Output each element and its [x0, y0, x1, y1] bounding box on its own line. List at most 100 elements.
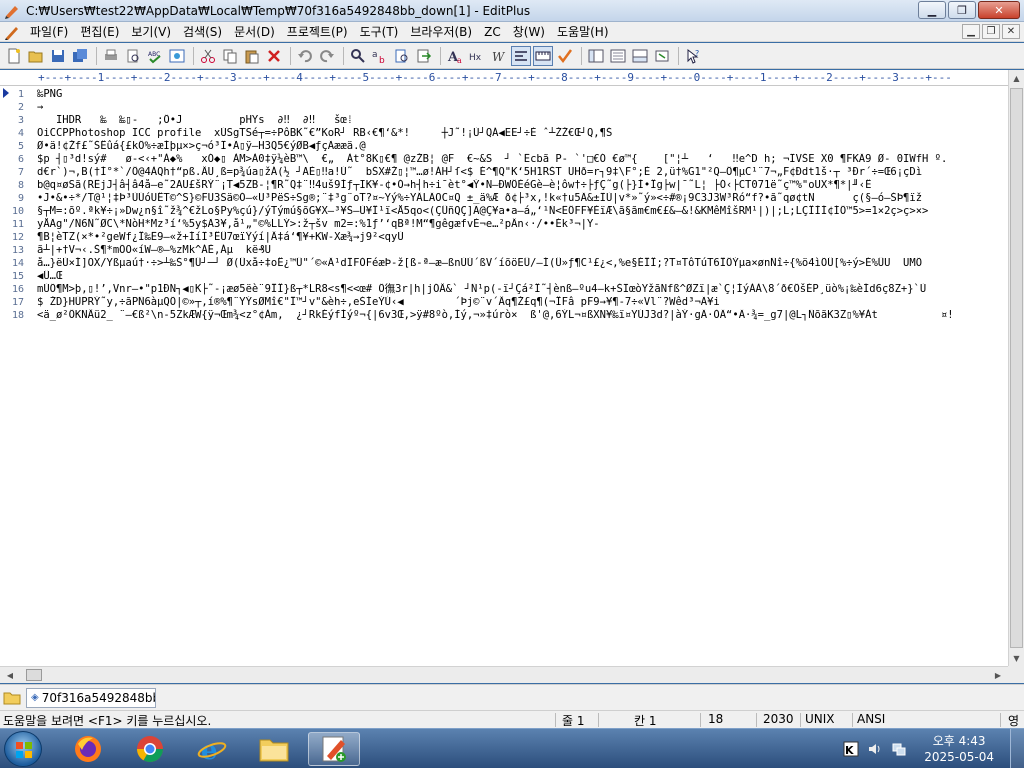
line-content[interactable]: Ø•ä!¢Žf£˜ŠÊûá{£kÖ%÷æÍþµ×>ç¬ó³Ï•Ã▯ÿ–H3Q5€… [37, 140, 1007, 153]
document-tab[interactable]: ◈ 70f316a5492848bb [26, 687, 156, 708]
editor-line[interactable]: 16 mÚÕ¶M>þ,▯!’,Vnr–•"p1ÐN┐◀▯K├˜-¡æø5ëè¨9Î… [0, 283, 1008, 296]
line-content[interactable]: mÚÕ¶M>þ,▯!’,Vnr–•"p1ÐN┐◀▯K├˜-¡æø5ëè¨9ÎÎ}… [37, 283, 1007, 296]
editor-line[interactable]: 3 IHDR ‱ ‱▯- ;Ö•J pHYs ∂‼ ∂‼ šœ⁞ [0, 114, 1008, 127]
scroll-right-icon[interactable]: ▶ [990, 667, 1006, 683]
menu-file[interactable]: 파일(F) [24, 23, 74, 40]
editor-line[interactable]: 2 → [0, 101, 1008, 114]
menu-view[interactable]: 보기(V) [125, 23, 177, 40]
line-content[interactable]: OiCCPPhotoshop ICC profile xÚSgTSé┬=÷PôB… [37, 127, 1007, 140]
editor-line[interactable]: 7 d€r`)¬,B(†Í°*`/Ô@4ÀQh†“pß.ÂU¸ß=p¾úa▯žÁ(… [0, 166, 1008, 179]
doc-restore-button[interactable]: ❐ [982, 24, 1000, 39]
editplus-app-icon[interactable] [4, 3, 20, 19]
firefox-icon[interactable] [62, 732, 114, 766]
editor-line[interactable]: 8 b@q¤øSã(RËjJ┤â┤â4å–e˜2AU£šRÝ¨¡T◀5ZB-¦¶R… [0, 179, 1008, 192]
save-all-icon[interactable] [70, 46, 90, 66]
editor-line[interactable]: 14 å…}ëÙ×Í]OX/Yßµaú†·÷>┴‰Š°¶Û┘─┘ Ø(Üxå÷‡o… [0, 257, 1008, 270]
checkmark-icon[interactable] [555, 46, 575, 66]
help-pointer-icon[interactable]: ? [683, 46, 703, 66]
editor-line[interactable]: 17 $ ŽD}HÜPRÝ˜y,÷ãPÑ6àµQÕ|©»┬,í®%¶¨YÝsØMî… [0, 296, 1008, 309]
editor-line[interactable]: 4 OiCCPPhotoshop ICC profile xÚSgTSé┬=÷Pô… [0, 127, 1008, 140]
line-content[interactable]: •J•&•÷*/T@¹¦‡Þ³ÙÚóUÊT©^S}©FU3Sä©Ó–«U³PëS… [37, 192, 1007, 205]
editor-line[interactable]: 6 $p ┤▯³d!sý# ø-<‹+"À◆% xÓ◆▯ ÀM>À0‡ÿ¼èB™\… [0, 153, 1008, 166]
close-button[interactable]: ✕ [978, 1, 1020, 19]
print-icon[interactable] [101, 46, 121, 66]
font-icon[interactable]: Aa [445, 46, 465, 66]
line-content[interactable]: ã┴|+†V¬‹.Š¶*mÕO«íW–®–%zMk^ÁÈ,Áµ kë₰U [37, 244, 1007, 257]
line-content[interactable]: å…}ëÙ×Í]OX/Yßµaú†·÷>┴‰Š°¶Û┘─┘ Ø(Üxå÷‡oÊ¿… [37, 257, 1007, 270]
editplus-taskbar-icon[interactable] [308, 732, 360, 766]
line-content[interactable]: ¶B¦èTZ(×*•²geWf¿Î‰Ë9–«ž+ÍíÏ³ÊÛ7œïŸýí|Â‡á… [37, 231, 1007, 244]
editor-line[interactable]: 13 ã┴|+†V¬‹.Š¶*mÕO«íW–®–%zMk^ÁÈ,Áµ kë₰U [0, 244, 1008, 257]
editor-line[interactable]: 9 •J•&•÷*/T@¹¦‡Þ³ÙÚóUÊT©^S}©FU3Sä©Ó–«U³Pë… [0, 192, 1008, 205]
start-button[interactable] [4, 731, 42, 767]
network-icon[interactable] [890, 741, 908, 757]
menu-project[interactable]: 프로젝트(P) [281, 23, 354, 40]
print-preview-icon[interactable] [123, 46, 143, 66]
text-editor[interactable]: 1 ‰PNG 2 → 3 IHDR ‱ ‱▯- ;Ö•J pHYs ∂‼ ∂‼ šœ… [0, 86, 1008, 666]
menu-zc[interactable]: ZC [478, 25, 507, 39]
ruler-icon[interactable] [533, 45, 553, 66]
horizontal-scroll-thumb[interactable] [26, 669, 42, 681]
open-folder-icon[interactable] [26, 46, 46, 66]
menu-help[interactable]: 도움말(H) [551, 23, 615, 40]
scroll-left-icon[interactable]: ◀ [2, 667, 18, 683]
find-icon[interactable] [348, 46, 368, 66]
doc-minimize-button[interactable]: ▁ [962, 24, 980, 39]
hex-view-icon[interactable]: Hx [467, 46, 487, 66]
line-content[interactable]: ‰PNG [37, 88, 1007, 101]
menu-search[interactable]: 검색(S) [177, 23, 228, 40]
browser-preview-icon[interactable] [167, 46, 187, 66]
menu-document[interactable]: 문서(D) [228, 23, 281, 40]
editor-line[interactable]: 11 yÅÃg"/Ñ6Ñ˜ØC\*NòH*Mz³í‘%5y$Ã3¥,å¹„"©%L… [0, 218, 1008, 231]
goto-icon[interactable] [414, 46, 434, 66]
editor-line[interactable]: 12 ¶B¦èTZ(×*•²geWf¿Î‰Ë9–«ž+ÍíÏ³ÊÛ7œïŸýí|Â… [0, 231, 1008, 244]
line-content[interactable]: $ ŽD}HÜPRÝ˜y,÷ãPÑ6àµQÕ|©»┬,í®%¶¨YÝsØMî€"… [37, 296, 1007, 309]
vertical-scroll-thumb[interactable] [1010, 88, 1023, 648]
delete-icon[interactable] [264, 46, 284, 66]
editor-line[interactable]: 1 ‰PNG [0, 88, 1008, 101]
editor-line[interactable]: 15 ◀Ü…Œ [0, 270, 1008, 283]
menu-tools[interactable]: 도구(T) [354, 23, 405, 40]
save-icon[interactable] [48, 46, 68, 66]
line-content[interactable]: <ä_ø²ÖKNÂü2_ ¨–€ß²\n-5ZkÆW{ÿ¬Œm¾<z°¢Àm‚ … [37, 309, 1007, 322]
line-content[interactable]: IHDR ‱ ‱▯- ;Ö•J pHYs ∂‼ ∂‼ šœ⁞ [37, 114, 1007, 127]
line-content[interactable]: §┬M=:õº.ªk¥÷¡»Dw¿n§î˜ž¾^€žLo§Py%çú}/ýTým… [37, 205, 1007, 218]
menu-edit[interactable]: 편집(E) [74, 23, 125, 40]
maximize-button[interactable]: ❐ [948, 1, 976, 19]
cliptext-window-icon[interactable] [608, 46, 628, 66]
horizontal-scrollbar[interactable]: ◀ ▶ [0, 666, 1008, 683]
redo-icon[interactable] [317, 46, 337, 66]
doc-close-button[interactable]: ✕ [1002, 24, 1020, 39]
editor-line[interactable]: 18 <ä_ø²ÖKNÂü2_ ¨–€ß²\n-5ZkÆW{ÿ¬Œm¾<z°¢Àm… [0, 309, 1008, 322]
line-content[interactable]: yÅÃg"/Ñ6Ñ˜ØC\*NòH*Mz³í‘%5y$Ã3¥,å¹„"©%LLÝ… [37, 218, 1007, 231]
line-content[interactable]: → [37, 101, 1007, 114]
minimize-button[interactable]: ▁ [918, 1, 946, 19]
directory-window-icon[interactable] [586, 46, 606, 66]
output-window-icon[interactable] [630, 46, 650, 66]
folder-icon[interactable] [3, 691, 21, 705]
undo-icon[interactable] [295, 46, 315, 66]
taskbar-clock[interactable]: 오후 4:43 2025-05-04 [924, 733, 994, 765]
vertical-scrollbar[interactable]: ▲ ▼ [1008, 70, 1024, 666]
volume-icon[interactable] [866, 741, 884, 757]
find-in-files-icon[interactable] [392, 46, 412, 66]
editor-line[interactable]: 5 Ø•ä!¢Žf£˜ŠÊûá{£kÖ%÷æÍþµ×>ç¬ó³Ï•Ã▯ÿ–H3Q5… [0, 140, 1008, 153]
replace-icon[interactable]: ab [370, 46, 390, 66]
copy-icon[interactable] [220, 46, 240, 66]
line-content[interactable]: $p ┤▯³d!sý# ø-<‹+"À◆% xÓ◆▯ ÀM>À0‡ÿ¼èB™\ … [37, 153, 1007, 166]
document-pen-icon[interactable] [4, 24, 20, 40]
cut-icon[interactable] [198, 46, 218, 66]
scroll-down-icon[interactable]: ▼ [1009, 650, 1024, 666]
ime-icon[interactable]: K [842, 741, 860, 757]
scroll-up-icon[interactable]: ▲ [1009, 70, 1024, 86]
new-file-icon[interactable] [4, 46, 24, 66]
paste-icon[interactable] [242, 46, 262, 66]
line-content[interactable]: ◀Ü…Œ [37, 270, 1007, 283]
fullscreen-icon[interactable] [652, 46, 672, 66]
line-number-icon[interactable] [511, 45, 531, 66]
spellcheck-icon[interactable]: ABC [145, 46, 165, 66]
line-content[interactable]: b@q¤øSã(RËjJ┤â┤â4å–e˜2AU£šRÝ¨¡T◀5ZB-¦¶R˜… [37, 179, 1007, 192]
chrome-icon[interactable] [124, 732, 176, 766]
editor-line[interactable]: 10 §┬M=:õº.ªk¥÷¡»Dw¿n§î˜ž¾^€žLo§Py%çú}/ýT… [0, 205, 1008, 218]
menu-browser[interactable]: 브라우저(B) [404, 23, 478, 40]
